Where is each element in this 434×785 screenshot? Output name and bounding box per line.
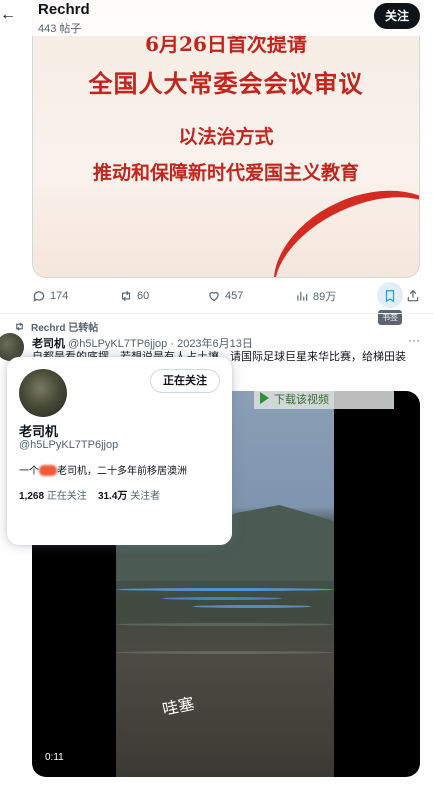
video-terrace — [192, 605, 312, 608]
play-icon — [260, 392, 269, 404]
following-label: 正在关注 — [46, 491, 87, 502]
following-count: 1,268 — [19, 491, 45, 502]
hover-card-stats: 1,268 正在关注 31.4万 关注者 — [19, 487, 160, 502]
share-icon — [407, 289, 419, 302]
share-button[interactable] — [406, 286, 420, 306]
arrow-left-icon[interactable]: ← — [0, 6, 16, 24]
image-text-line-3: 以法治方式 — [178, 126, 274, 148]
tweet-date[interactable]: · 2023年6月13日 — [170, 338, 253, 350]
followers-label: 关注者 — [130, 491, 161, 502]
divider — [0, 313, 434, 314]
author-handle[interactable]: @h5LPyKL7TP6jjop — [68, 338, 167, 350]
bio-text-start: 一个 — [19, 466, 39, 477]
bookmark-button[interactable] — [383, 286, 397, 306]
avatar[interactable] — [19, 369, 67, 417]
image-text-line-4: 推动和保障新时代爱国主义教育 — [92, 162, 359, 184]
tweet-meta: 老司机 @h5LPyKL7TP6jjop · 2023年6月13日 — [32, 335, 253, 351]
follow-button[interactable]: 关注 — [373, 3, 420, 29]
like-button[interactable]: 457 — [207, 286, 243, 306]
profile-header: ← Rechrd 443 帖子 关注 — [0, 0, 434, 36]
bookmark-icon — [385, 290, 395, 303]
image-text-line-2: 全国人大常委会会议审议 — [88, 69, 364, 98]
hover-card-bio: 一个 老司机，二十多年前移居澳洲 — [19, 462, 187, 477]
reply-icon — [33, 291, 45, 302]
repost-label: Rechrd 已转帖 — [31, 323, 99, 334]
post-image[interactable]: 6月26日首次提请 全国人大常委会会议审议 以法治方式 推动和保障新时代爱国主义… — [32, 0, 420, 278]
hover-card-name[interactable]: 老司机 — [19, 421, 58, 440]
bio-text-end: 老司机，二十多年前移居澳洲 — [57, 466, 187, 477]
followers-link[interactable]: 31.4万 关注者 — [98, 491, 160, 502]
repost-indicator[interactable]: Rechrd 已转帖 — [14, 319, 98, 334]
views-button[interactable]: 89万 — [295, 286, 336, 306]
heart-icon — [209, 292, 219, 302]
video-terrace — [162, 597, 282, 600]
reply-button[interactable]: 174 — [32, 286, 68, 306]
profile-hover-card: 正在关注 老司机 @h5LPyKL7TP6jjop 一个 老司机，二十多年前移居澳… — [7, 357, 232, 545]
video-terrace — [116, 623, 334, 626]
followers-count: 31.4万 — [97, 491, 128, 502]
following-link[interactable]: 1,268 正在关注 — [19, 491, 87, 502]
repost-icon — [121, 290, 131, 302]
video-terrace — [116, 651, 334, 654]
redaction-mark — [39, 465, 57, 476]
more-icon[interactable]: ··· — [408, 333, 420, 347]
repost-button[interactable]: 60 — [119, 286, 149, 306]
post-count: 443 帖子 — [38, 23, 82, 35]
video-terrace — [116, 588, 334, 591]
profile-name: Rechrd — [38, 1, 90, 18]
watermark-text: 下载该视频 — [274, 394, 329, 406]
author-name[interactable]: 老司机 — [32, 338, 65, 350]
view-count: 89万 — [313, 291, 337, 303]
like-count: 457 — [225, 290, 244, 302]
download-watermark: 下载该视频 — [254, 391, 394, 409]
hover-card-handle[interactable]: @h5LPyKL7TP6jjop — [19, 439, 118, 451]
repost-count: 60 — [137, 290, 150, 302]
repost-icon — [16, 322, 23, 331]
post-actions: 174 60 457 89万 — [32, 282, 432, 308]
video-duration: 0:11 — [41, 750, 68, 765]
following-button[interactable]: 正在关注 — [150, 369, 220, 393]
analytics-icon — [297, 291, 308, 301]
reply-count: 174 — [50, 290, 69, 302]
